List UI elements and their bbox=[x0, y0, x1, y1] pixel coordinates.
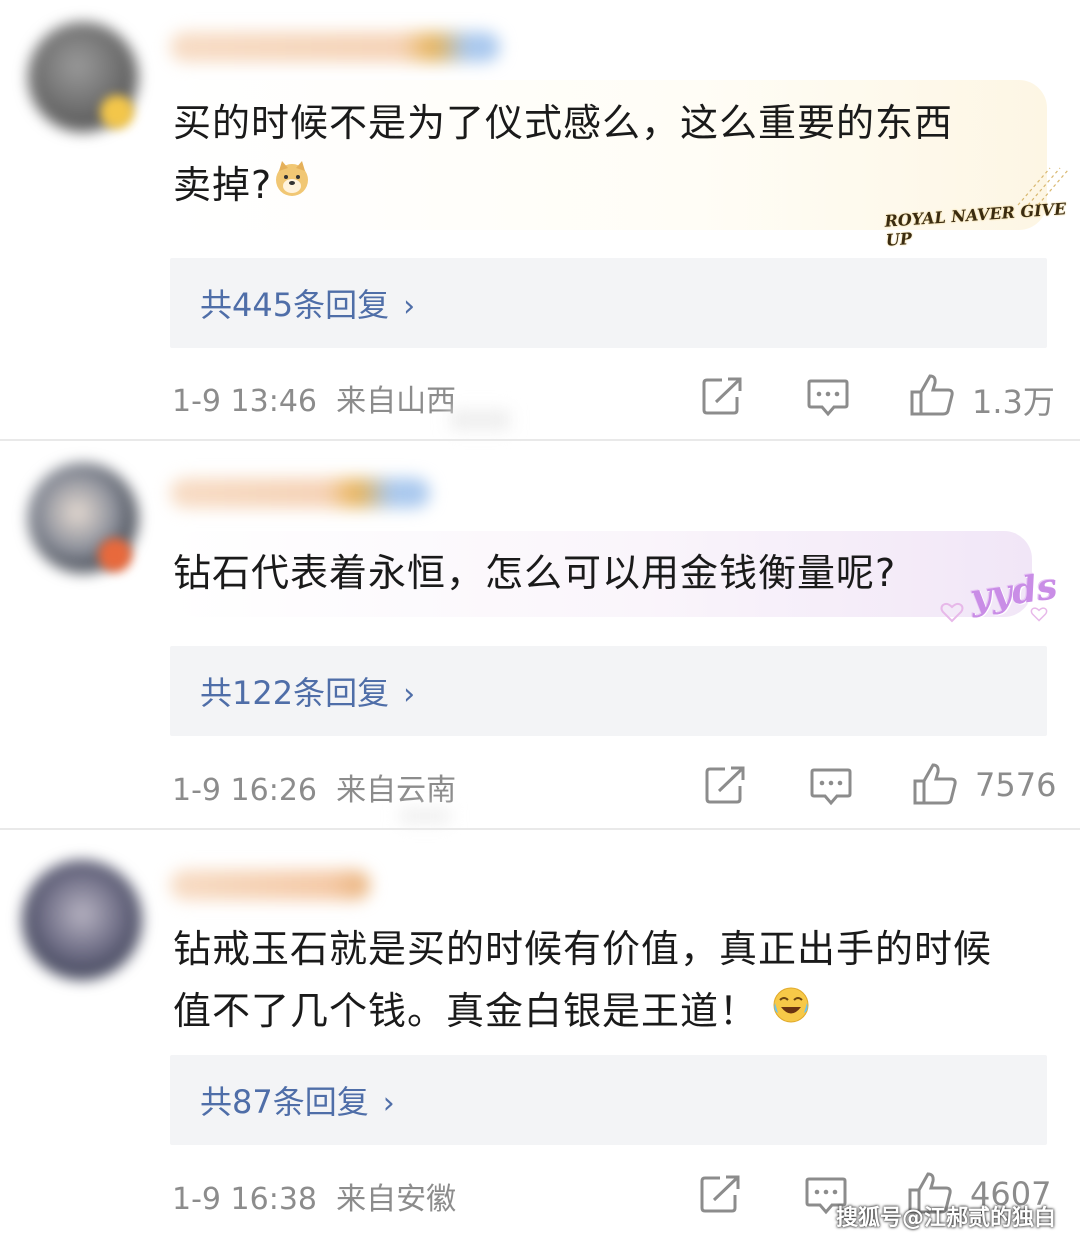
timestamp: 1-9 16:38 bbox=[172, 1182, 317, 1217]
like-count: 7576 bbox=[975, 766, 1057, 804]
share-icon[interactable] bbox=[700, 375, 746, 417]
comment-1: 买的时候不是为了仪式感么，这么重要的东西 卖掉? ROYAL NAVER GIV… bbox=[0, 0, 1080, 440]
sparkle-lines-decoration bbox=[1017, 167, 1069, 206]
comment-icon[interactable] bbox=[806, 376, 850, 418]
avatar-badge bbox=[100, 95, 134, 129]
like-count: 1.3万 bbox=[972, 383, 1055, 421]
like-icon[interactable] bbox=[911, 761, 959, 807]
replies-label: 共122条回复 › bbox=[200, 674, 416, 712]
location: 来自云南 bbox=[336, 773, 457, 808]
replies-link[interactable]: 共122条回复 › bbox=[170, 646, 1047, 736]
comment-text: 值不了几个钱。真金白银是王道！ bbox=[173, 989, 759, 1033]
replies-label: 共445条回复 › bbox=[200, 286, 416, 324]
replies-link[interactable]: 共445条回复 › bbox=[170, 258, 1047, 348]
comment-meta: 1-9 13:46 来自山西 bbox=[172, 376, 456, 420]
avatar[interactable] bbox=[22, 860, 142, 980]
username-redacted[interactable] bbox=[170, 870, 370, 900]
comment-text-line: 钻石代表着永恒，怎么可以用金钱衡量呢? bbox=[173, 551, 897, 595]
comment-meta: 1-9 16:38 来自安徽 bbox=[172, 1174, 456, 1218]
chevron-right-icon: › bbox=[403, 677, 416, 712]
comment-3: 钻戒玉石就是买的时候有价值，真正出手的时候 值不了几个钱。真金白银是王道！ 共8… bbox=[0, 830, 1080, 1242]
chevron-right-icon: › bbox=[403, 289, 416, 324]
comment-text: 卖掉? bbox=[173, 163, 273, 207]
avatar-badge bbox=[98, 538, 132, 572]
laugh-cry-emoji-icon bbox=[771, 983, 811, 1045]
chevron-right-icon: › bbox=[382, 1086, 395, 1121]
comment-text-line: 钻戒玉石就是买的时候有价值，真正出手的时候 bbox=[173, 927, 993, 971]
timestamp: 1-9 13:46 bbox=[172, 384, 317, 419]
comment-text-line: 买的时候不是为了仪式感么，这么重要的东西 bbox=[173, 101, 954, 145]
heart-decoration-icon bbox=[940, 602, 964, 623]
comment-icon[interactable] bbox=[809, 765, 853, 807]
replies-link[interactable]: 共87条回复 › bbox=[170, 1055, 1047, 1145]
share-icon[interactable] bbox=[698, 1173, 744, 1215]
location: 来自安徽 bbox=[336, 1182, 457, 1217]
doge-emoji-icon bbox=[272, 157, 312, 219]
share-icon[interactable] bbox=[703, 764, 749, 806]
timestamp: 1-9 16:26 bbox=[172, 773, 317, 808]
heart-decoration-icon bbox=[1030, 607, 1048, 622]
replies-label: 共87条回复 › bbox=[200, 1083, 395, 1121]
meta-blur bbox=[450, 410, 510, 430]
location: 来自山西 bbox=[336, 384, 457, 419]
comment-meta: 1-9 16:26 来自云南 bbox=[172, 765, 456, 809]
meta-blur bbox=[400, 809, 450, 823]
username-redacted[interactable] bbox=[170, 32, 500, 62]
comment-text-line: 卖掉? bbox=[173, 154, 312, 219]
comment-text-line: 值不了几个钱。真金白银是王道！ bbox=[173, 980, 811, 1045]
like-icon[interactable] bbox=[908, 372, 956, 418]
watermark: 搜狐号@江郝贰的独白 bbox=[835, 1206, 1056, 1231]
username-redacted[interactable] bbox=[170, 478, 430, 508]
comment-2: 钻石代表着永恒，怎么可以用金钱衡量呢? yyds 共122条回复 › 1-9 16… bbox=[0, 441, 1080, 829]
